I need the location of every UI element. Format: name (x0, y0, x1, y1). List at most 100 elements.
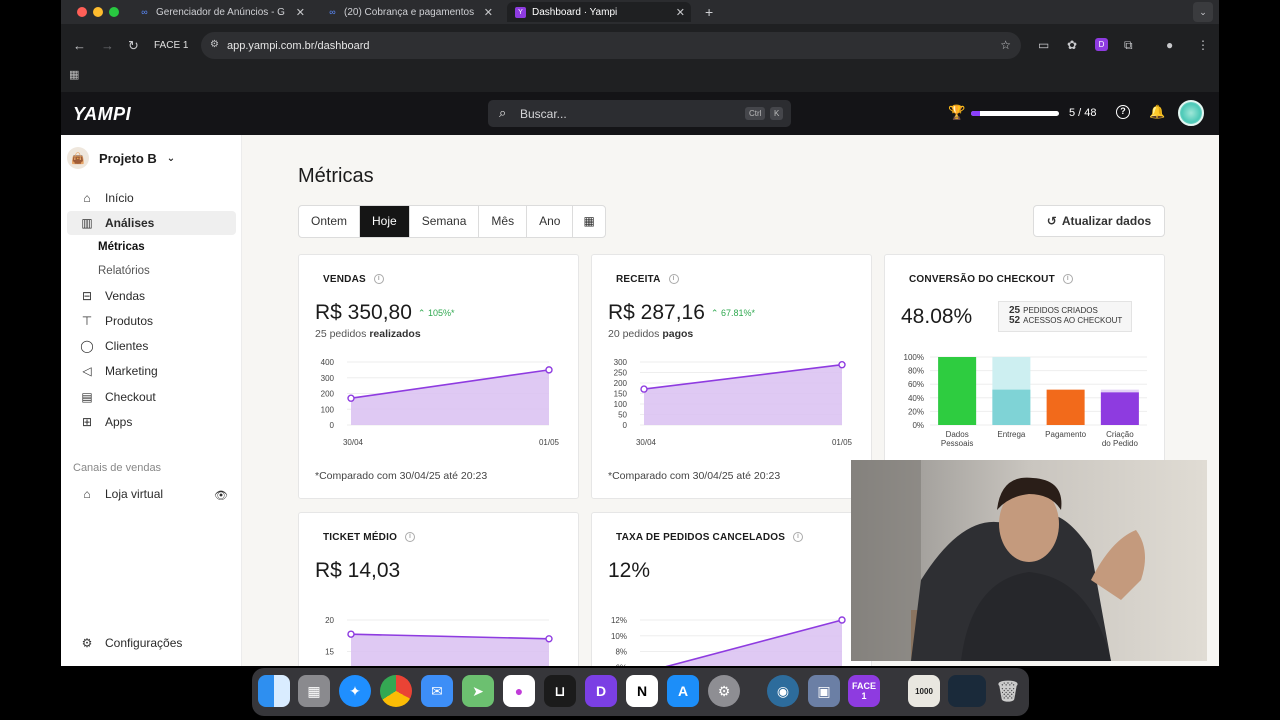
info-icon[interactable]: i (405, 532, 416, 543)
extension-d-icon[interactable]: D (1095, 38, 1108, 51)
trophy-icon[interactable]: 🏆 (948, 104, 965, 121)
onboarding-progress-bar[interactable] (971, 111, 1059, 116)
d-app-icon[interactable]: D (585, 675, 617, 707)
puzzle-icon[interactable]: ⧉ (1124, 38, 1133, 53)
avatar[interactable] (1178, 100, 1204, 126)
y-tick-label: 20% (908, 407, 924, 416)
search-input[interactable]: ⌕ Buscar... Ctrl K (488, 100, 791, 127)
browser-tab-3[interactable]: Y Dashboard · Yampi ✕ (507, 2, 691, 22)
data-point[interactable] (640, 385, 648, 393)
maximize-window-button[interactable] (109, 7, 119, 17)
apps-grid-icon[interactable]: ▦ (69, 68, 79, 81)
info-icon[interactable]: i (793, 532, 804, 543)
help-icon[interactable]: ? (1116, 105, 1130, 119)
star-icon[interactable]: ☆ (1000, 38, 1011, 52)
period-ano[interactable]: Ano (527, 206, 574, 237)
finder-icon[interactable] (258, 675, 290, 707)
address-bar[interactable]: ⚙ app.yampi.com.br/dashboard ☆ (201, 32, 1021, 59)
period-hoje[interactable]: Hoje (360, 206, 410, 237)
launchpad-icon[interactable]: ▦ (298, 675, 330, 707)
sketch-icon[interactable]: ● (503, 675, 535, 707)
close-icon[interactable]: ✕ (484, 6, 493, 19)
sidebar-item-analises[interactable]: ▥ Análises (67, 211, 236, 235)
bar[interactable] (992, 389, 1031, 425)
info-icon[interactable]: i (1062, 274, 1073, 285)
browser-toolbar: ← → ↻ FACE 1 ⚙ app.yampi.com.br/dashboar… (61, 32, 1219, 60)
mac-dock: ▦ ✦ ✉ ➤ ● ⊔ D N A ⚙ ◉ ▣ FACE 1 1000 🗑 (252, 668, 1029, 716)
menu-icon[interactable]: ⋮ (1197, 38, 1209, 52)
period-ontem[interactable]: Ontem (299, 206, 361, 237)
window-thumbnail[interactable] (948, 675, 986, 707)
shirt-icon: ⊤ (81, 314, 93, 328)
bar[interactable] (1100, 392, 1139, 425)
sidebar-item-checkout[interactable]: ▤ Checkout (67, 385, 236, 409)
extension-icon[interactable]: ✿ (1067, 38, 1077, 52)
sidebar-item-apps[interactable]: ⊞ Apps (67, 410, 236, 434)
profile-label[interactable]: FACE 1 (154, 40, 188, 51)
close-window-button[interactable] (77, 7, 87, 17)
bar[interactable] (938, 357, 977, 425)
tab-search-button[interactable]: ⌄ (1193, 2, 1213, 22)
data-point[interactable] (838, 361, 846, 369)
sidebar-item-label: Checkout (105, 390, 156, 404)
bar[interactable] (1046, 389, 1085, 425)
sidebar-subitem-metricas[interactable]: Métricas (98, 241, 145, 253)
calendar-icon[interactable]: ▦ (573, 206, 604, 237)
eye-icon[interactable]: 👁 (214, 489, 228, 502)
new-tab-button[interactable]: + (697, 2, 721, 22)
book-icon[interactable]: 1000 (908, 675, 940, 707)
notion-icon[interactable]: N (626, 675, 658, 707)
card-footnote: *Comparado com 30/04/25 até 20:23 (315, 470, 488, 482)
safari-icon[interactable]: ✦ (339, 675, 371, 707)
project-selector[interactable]: 👜 Projeto B ⌄ (67, 147, 175, 169)
trash-icon[interactable]: 🗑 (992, 675, 1024, 707)
sidebar-item-vendas[interactable]: ⊟ Vendas (67, 284, 236, 308)
site-settings-icon[interactable]: ⚙ (210, 39, 219, 50)
reload-icon[interactable]: ↻ (128, 38, 139, 54)
bell-icon[interactable]: 🔔 (1149, 104, 1165, 120)
app-store-icon[interactable]: A (667, 675, 699, 707)
y-tick-label: 400 (321, 358, 335, 367)
data-point[interactable] (347, 630, 355, 638)
close-icon[interactable]: ✕ (676, 6, 685, 19)
yampi-logo[interactable]: YAMPI (73, 104, 131, 125)
sidebar-item-configuracoes[interactable]: ⚙ Configurações (67, 631, 236, 655)
camera-icon[interactable]: ▭ (1038, 38, 1049, 52)
sidebar-item-inicio[interactable]: ⌂ Início (67, 186, 236, 210)
data-point[interactable] (838, 616, 846, 624)
sidebar-subitem-relatorios[interactable]: Relatórios (98, 265, 150, 277)
x-tick-label: Criação (1106, 430, 1134, 439)
sidebar-item-label: Loja virtual (105, 487, 164, 501)
quicktime-icon[interactable]: ◉ (767, 675, 799, 707)
period-semana[interactable]: Semana (410, 206, 480, 237)
data-point[interactable] (545, 366, 553, 374)
browser-tab-2[interactable]: ∞ (20) Cobrança e pagamentos ✕ (319, 2, 499, 22)
info-icon[interactable]: i (668, 274, 679, 285)
maps-icon[interactable]: ➤ (462, 675, 494, 707)
minimize-window-button[interactable] (93, 7, 103, 17)
mail-icon[interactable]: ✉ (421, 675, 453, 707)
capcut-icon[interactable]: ⊔ (544, 675, 576, 707)
receita-chart: 300 250200 150100 500 30/04 01/05 (614, 358, 853, 447)
refresh-data-button[interactable]: ↺ Atualizar dados (1033, 205, 1165, 237)
growth-badge: ⌃ 67.81%* (710, 307, 756, 318)
info-icon[interactable]: i (373, 274, 384, 285)
data-point[interactable] (545, 635, 553, 643)
subtitle-bold: realizados (369, 328, 421, 340)
close-icon[interactable]: ✕ (296, 6, 305, 19)
browser-tab-1[interactable]: ∞ Gerenciador de Anúncios - G ✕ (131, 2, 311, 22)
period-mes[interactable]: Mês (479, 206, 528, 237)
face1-icon[interactable]: FACE 1 (848, 675, 880, 707)
account-icon[interactable]: ● (1166, 38, 1173, 52)
sidebar-item-clientes[interactable]: ◯ Clientes (67, 334, 236, 358)
data-point[interactable] (347, 394, 355, 402)
sidebar-item-loja-virtual[interactable]: ⌂ Loja virtual (67, 482, 236, 506)
system-settings-icon[interactable]: ⚙ (708, 675, 740, 707)
sidebar-item-produtos[interactable]: ⊤ Produtos (67, 309, 236, 333)
x-tick-label: Dados (946, 430, 969, 439)
sidebar-item-marketing[interactable]: ◁ Marketing (67, 359, 236, 383)
back-arrow-icon[interactable]: ← (73, 38, 86, 53)
forward-arrow-icon[interactable]: → (101, 38, 114, 53)
preview-icon[interactable]: ▣ (808, 675, 840, 707)
chrome-icon[interactable] (380, 675, 412, 707)
